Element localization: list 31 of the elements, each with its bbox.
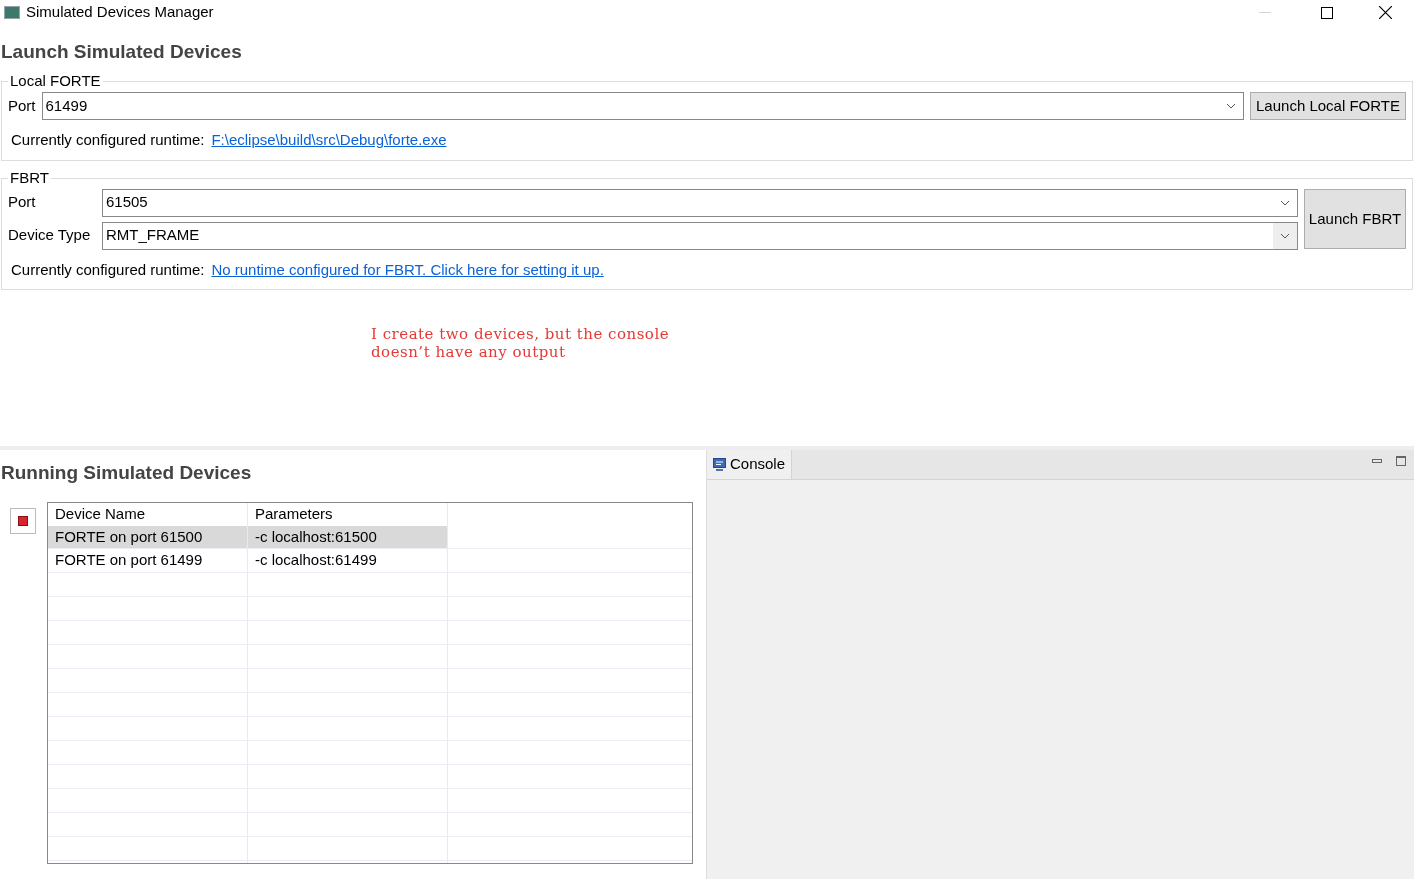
dropdown-icon <box>1280 232 1290 239</box>
window-title: Simulated Devices Manager <box>26 2 214 23</box>
field-label: Device Type <box>8 225 92 246</box>
field-label: Port <box>8 192 37 213</box>
monitor-icon <box>713 458 726 471</box>
column-header[interactable]: Parameters <box>248 503 448 526</box>
stop-icon <box>18 516 28 526</box>
maximize-icon[interactable] <box>1321 6 1333 19</box>
combo-box[interactable]: 61499 <box>41 92 1245 120</box>
combo-box[interactable]: RMT_FRAME <box>102 221 1298 250</box>
runtime-link[interactable]: No runtime configured for FBRT. Click here for setting it up. <box>211 258 604 281</box>
column-header[interactable]: Device Name <box>48 503 248 526</box>
section-heading: Launch Simulated Devices <box>1 40 243 64</box>
field-label: Port <box>8 95 36 116</box>
combo-box[interactable]: 61505 <box>102 188 1298 217</box>
section-heading: Running Simulated Devices <box>1 461 253 485</box>
close-icon[interactable] <box>1379 6 1392 19</box>
runtime-label: Currently configured runtime: <box>11 130 205 150</box>
launch-button[interactable]: Launch FBRT <box>1304 189 1406 249</box>
table-cell[interactable]: -c localhost:61500 <box>248 525 448 548</box>
launch-button[interactable]: Launch Local FORTE <box>1250 92 1406 120</box>
runtime-label: Currently configured runtime: <box>11 259 205 280</box>
annotation-text: I create two devices, but the console doesn’t have any output <box>371 325 670 361</box>
minimize-icon[interactable] <box>1372 459 1382 463</box>
dropdown-icon <box>1280 199 1290 206</box>
runtime-link[interactable]: F:\eclipse\build\src\Debug\forte.exe <box>211 129 447 152</box>
app-icon <box>4 6 20 19</box>
dropdown-icon <box>1226 103 1237 109</box>
table-cell[interactable]: FORTE on port 61500 <box>48 525 248 548</box>
console-tab[interactable]: Console <box>707 450 793 479</box>
stop-button[interactable] <box>10 508 36 534</box>
